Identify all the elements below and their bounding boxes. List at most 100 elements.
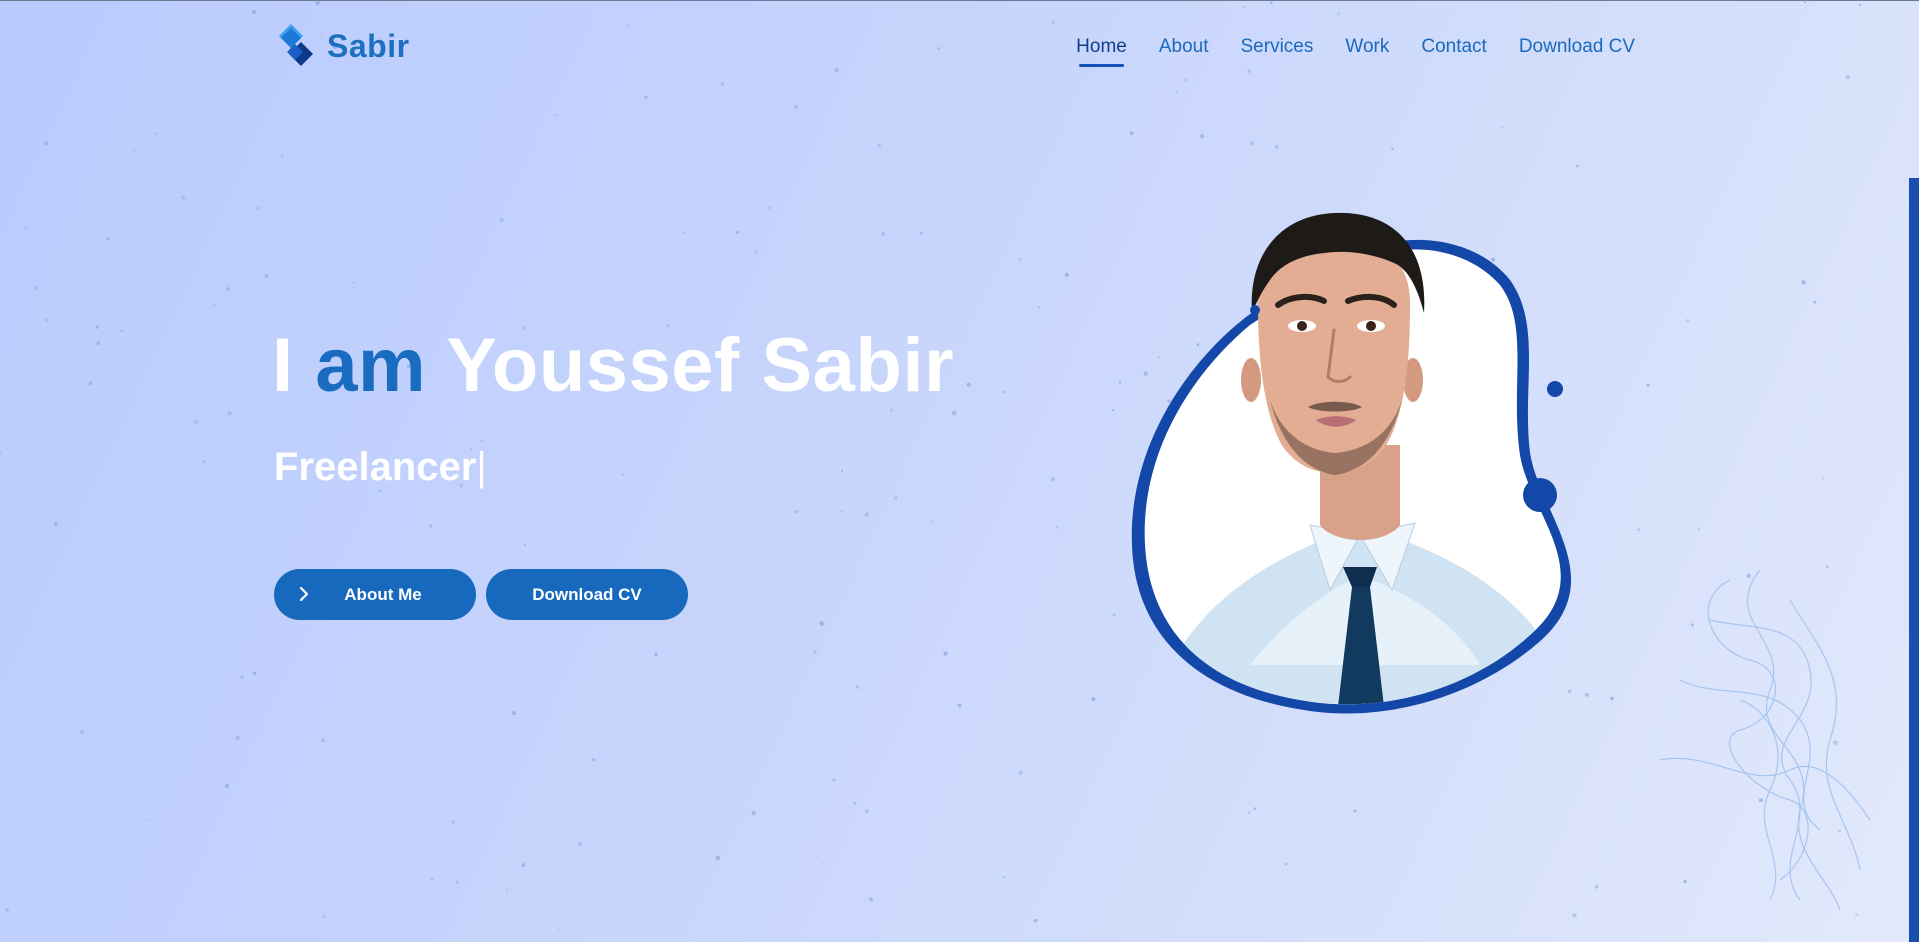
particle-dot — [79, 729, 85, 735]
download-cv-label: Download CV — [532, 584, 642, 604]
particle-dot — [1056, 526, 1059, 529]
particle-dot — [868, 897, 874, 902]
particle-dot — [120, 329, 124, 333]
particle-dot — [1686, 319, 1690, 322]
particle-dot — [856, 685, 860, 689]
typing-cursor: | — [476, 445, 487, 489]
download-cv-button[interactable]: Download CV — [486, 569, 688, 620]
typed-role: Freelancer| — [274, 445, 487, 490]
particle-dot — [1111, 409, 1115, 412]
particle-dot — [1270, 1, 1273, 4]
particle-dot — [1646, 383, 1650, 387]
profile-photo — [1131, 212, 1572, 714]
nav-home[interactable]: Home — [1076, 36, 1127, 67]
particle-dot — [455, 880, 459, 884]
particle-dot — [132, 149, 136, 152]
particle-dot — [315, 0, 320, 5]
particle-dot — [1176, 91, 1179, 94]
particle-dot — [1064, 272, 1069, 277]
decorative-scribble — [1659, 569, 1871, 911]
particle-dot — [865, 809, 869, 814]
nav-download-cv[interactable]: Download CV — [1519, 36, 1635, 58]
particle-dot — [754, 250, 759, 254]
particle-dot — [1284, 863, 1288, 866]
particle-dot — [643, 95, 648, 100]
particle-dot — [521, 863, 526, 867]
particle-dot — [881, 231, 886, 236]
particle-dot — [1500, 125, 1504, 129]
particle-dot — [1018, 258, 1022, 261]
particle-dot — [591, 758, 596, 762]
particle-dot — [235, 735, 240, 740]
nav-about[interactable]: About — [1159, 36, 1209, 58]
particle-dot — [1184, 78, 1188, 82]
particle-dot — [5, 908, 9, 912]
particle-dot — [877, 143, 881, 148]
particle-dot — [153, 132, 157, 136]
particle-dot — [1248, 811, 1251, 815]
about-me-button[interactable]: About Me — [274, 569, 476, 620]
particle-dot — [812, 649, 817, 654]
particle-dot — [256, 206, 261, 210]
accent-dot-large — [1523, 478, 1557, 512]
particle-dot — [683, 231, 686, 235]
particle-dot — [1247, 69, 1251, 73]
particle-dot — [1002, 390, 1005, 394]
headline-i: I — [272, 323, 294, 408]
particle-dot — [1337, 12, 1340, 15]
nav-contact[interactable]: Contact — [1421, 36, 1486, 58]
particle-dot — [523, 543, 527, 546]
particle-dot — [893, 496, 898, 501]
particle-dot — [352, 281, 356, 284]
particle-dot — [754, 263, 757, 265]
particle-dot — [511, 710, 516, 716]
particle-dot — [96, 341, 100, 345]
particle-dot — [1803, 0, 1807, 4]
particle-dot — [794, 105, 799, 109]
particle-dot — [1199, 133, 1205, 139]
chevron-right-icon — [299, 586, 309, 602]
particle-dot — [322, 914, 326, 919]
particle-dot — [1112, 613, 1116, 617]
scroll-indicator — [1909, 178, 1919, 942]
particle-dot — [1274, 145, 1279, 149]
nav-services[interactable]: Services — [1241, 36, 1314, 58]
particle-dot — [930, 520, 933, 523]
particle-dot — [1575, 164, 1579, 168]
particle-dot — [95, 325, 99, 329]
particle-dot — [1052, 20, 1056, 24]
role-text: Freelancer — [274, 445, 477, 489]
particle-dot — [767, 206, 771, 210]
particle-dot — [428, 524, 433, 528]
nav-work[interactable]: Work — [1345, 36, 1389, 58]
particle-dot — [280, 154, 284, 158]
particle-dot — [1813, 300, 1817, 304]
particle-dot — [621, 473, 625, 476]
particle-dot — [1697, 527, 1701, 530]
particle-dot — [957, 703, 962, 708]
brand-logo[interactable]: Sabir — [277, 22, 410, 70]
particle-dot — [1636, 528, 1640, 532]
particle-dot — [1249, 141, 1254, 146]
particle-dot — [252, 9, 257, 14]
page: Sabir Home About Services Work Contact D… — [0, 0, 1919, 942]
particle-dot — [966, 382, 971, 387]
particle-dot — [505, 888, 508, 891]
particle-dot — [736, 230, 739, 234]
particle-dot — [212, 304, 216, 307]
particle-dot — [1033, 918, 1038, 923]
particle-dot — [224, 783, 230, 789]
particle-dot — [654, 652, 658, 657]
particle-dot — [1002, 875, 1005, 879]
particle-dot — [239, 675, 244, 680]
particle-dot — [227, 410, 232, 416]
headline-name: Youssef Sabir — [446, 323, 955, 408]
particle-dot — [627, 24, 630, 27]
particle-dot — [53, 522, 58, 527]
particle-dot — [1118, 380, 1122, 384]
particle-dot — [181, 195, 186, 200]
particle-dot — [1018, 770, 1023, 775]
particle-dot — [451, 820, 456, 824]
particle-dot — [321, 738, 325, 743]
particle-dot — [0, 451, 2, 455]
